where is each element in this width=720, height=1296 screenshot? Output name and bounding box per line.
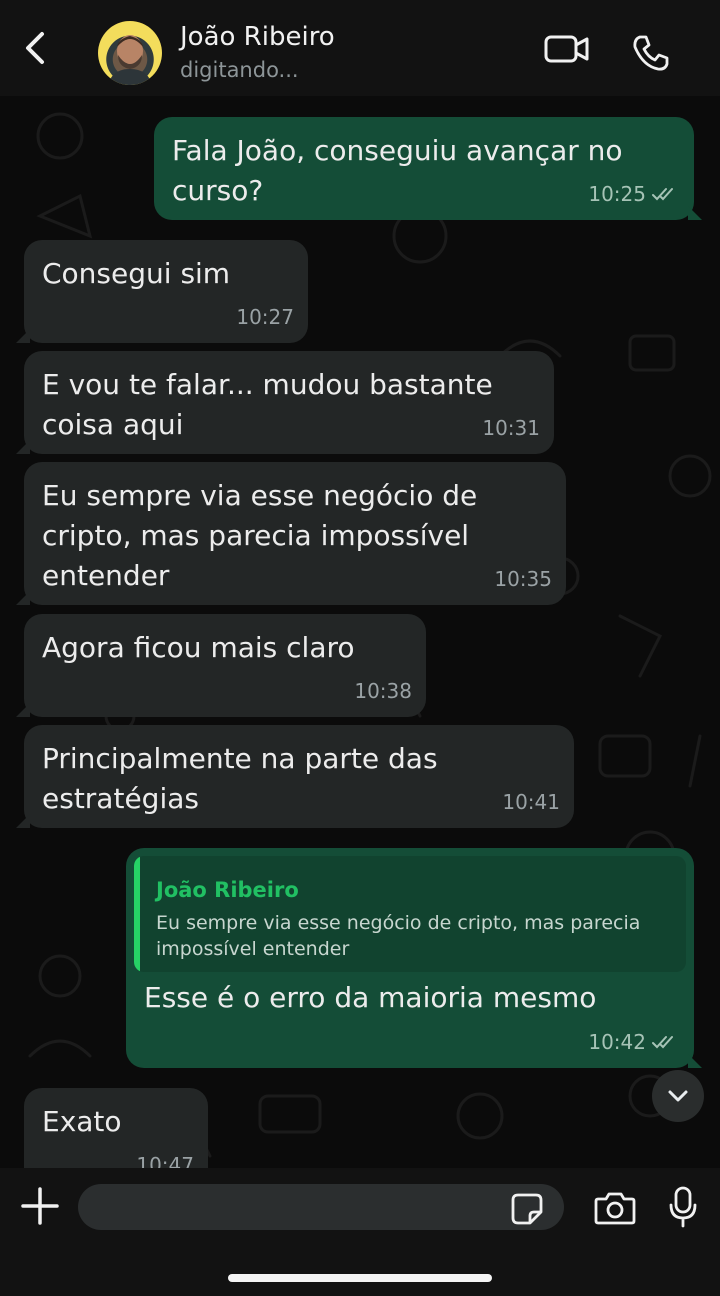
message-meta: 10:47: [136, 1145, 194, 1168]
chat-header: João Ribeiro digitando...: [0, 0, 720, 96]
message-meta: 10:42: [588, 1022, 678, 1062]
message-time: 10:27: [236, 305, 294, 329]
message-meta: 10:27: [236, 297, 294, 337]
message-text: Exato: [42, 1105, 122, 1138]
contact-name[interactable]: João Ribeiro: [180, 22, 335, 52]
quoted-text-line: impossível entender: [156, 938, 350, 960]
sticker-icon: [511, 1193, 543, 1225]
quoted-text-line: Eu sempre via esse negócio de cripto, ma…: [156, 912, 641, 934]
bubble-tail: [16, 814, 30, 828]
chevron-down-icon: [668, 1090, 688, 1102]
message-text: Agora ficou mais claro: [42, 631, 355, 664]
message-meta: 10:31: [482, 408, 540, 448]
message-meta: 10:25: [588, 174, 678, 214]
message-text: coisa aqui: [42, 408, 184, 441]
message-incoming[interactable]: Agora ficou mais claro 10:38: [16, 614, 426, 717]
message-text: Consegui sim: [42, 257, 231, 290]
message-incoming[interactable]: Principalmente na parte das estratégias …: [16, 725, 574, 828]
message-time: 10:38: [354, 679, 412, 703]
bubble-tail: [16, 440, 30, 454]
phone-icon: [633, 35, 669, 71]
message-incoming[interactable]: Eu sempre via esse negócio de cripto, ma…: [16, 462, 566, 605]
video-call-button[interactable]: [544, 32, 590, 70]
message-time: 10:25: [588, 182, 646, 206]
microphone-icon: [669, 1186, 697, 1228]
message-incoming[interactable]: Consegui sim 10:27: [16, 240, 308, 343]
quoted-message[interactable]: João Ribeiro Eu sempre via esse negócio …: [134, 856, 686, 972]
camera-icon: [594, 1192, 636, 1225]
message-text: Principalmente na parte das: [42, 742, 438, 775]
bubble-tail: [16, 591, 30, 605]
chevron-left-icon: [26, 32, 44, 64]
message-list[interactable]: Fala João, conseguiu avançar no curso? 1…: [0, 96, 720, 1168]
bubble-tail: [16, 703, 30, 717]
double-check-icon: [652, 1036, 673, 1049]
message-text: entender: [42, 559, 170, 592]
message-text: cripto, mas parecia impossível: [42, 519, 470, 552]
message-time: 10:42: [588, 1030, 646, 1054]
message-text: Esse é o erro da maioria mesmo: [144, 981, 597, 1014]
voice-call-button[interactable]: [632, 34, 670, 76]
video-camera-icon: [544, 35, 589, 63]
message-outgoing-reply[interactable]: João Ribeiro Eu sempre via esse negócio …: [126, 848, 702, 1068]
quote-accent-bar: [134, 856, 140, 972]
message-meta: 10:38: [354, 671, 412, 711]
quoted-author: João Ribeiro: [156, 878, 299, 902]
quoted-text: Eu sempre via esse negócio de cripto, ma…: [156, 910, 672, 962]
home-indicator[interactable]: [228, 1274, 492, 1282]
message-incoming[interactable]: Exato 10:47: [24, 1088, 208, 1168]
message-meta: 10:35: [494, 559, 552, 599]
message-input[interactable]: [78, 1184, 564, 1230]
bubble-tail: [688, 206, 702, 220]
attach-button[interactable]: [20, 1186, 60, 1230]
message-meta: 10:41: [502, 782, 560, 822]
message-text: estratégias: [42, 782, 199, 815]
contact-avatar[interactable]: [98, 21, 162, 85]
back-button[interactable]: [18, 28, 54, 68]
message-time: 10:31: [482, 416, 540, 440]
message-time: 10:47: [136, 1153, 194, 1168]
message-time: 10:35: [494, 567, 552, 591]
message-text: Eu sempre via esse negócio de: [42, 479, 478, 512]
bubble-tail: [688, 1054, 702, 1068]
message-text: Fala João, conseguiu avançar no: [172, 134, 623, 167]
camera-button[interactable]: [594, 1190, 636, 1230]
voice-message-button[interactable]: [668, 1186, 698, 1232]
message-outgoing[interactable]: Fala João, conseguiu avançar no curso? 1…: [154, 117, 702, 220]
message-text: E vou te falar... mudou bastante: [42, 368, 493, 401]
double-check-icon: [652, 188, 673, 201]
scroll-to-bottom-button[interactable]: [652, 1070, 704, 1122]
bubble-tail: [16, 329, 30, 343]
contact-status: digitando...: [180, 58, 299, 82]
sticker-button[interactable]: [510, 1192, 544, 1230]
message-time: 10:41: [502, 790, 560, 814]
avatar-photo: [108, 35, 152, 85]
composer-bar: [0, 1168, 720, 1296]
message-incoming[interactable]: E vou te falar... mudou bastante coisa a…: [16, 351, 554, 454]
plus-icon: [21, 1187, 59, 1225]
